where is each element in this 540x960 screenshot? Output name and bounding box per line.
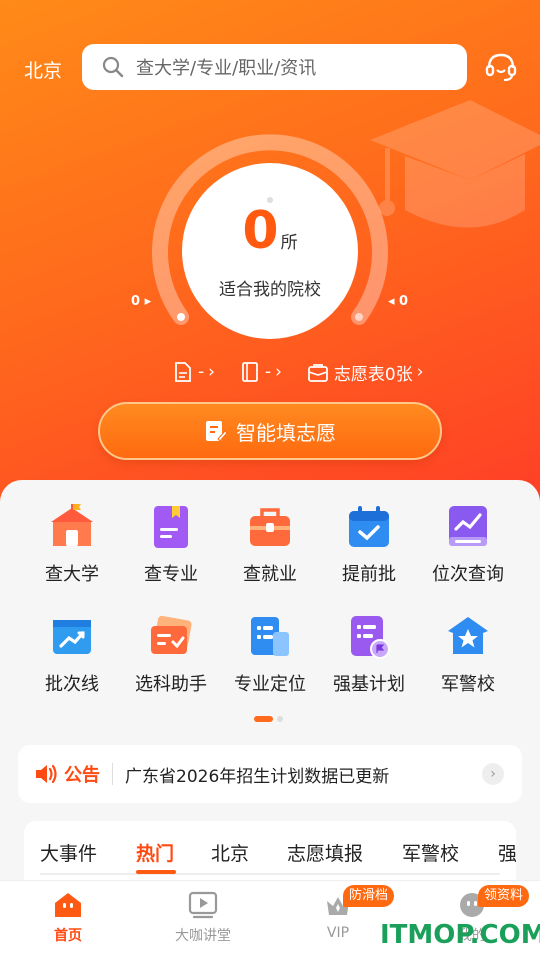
vip-badge: 防滑档: [343, 885, 395, 907]
notice-text: 广东省2026年招生计划数据已更新: [125, 766, 390, 787]
feature-early-batch[interactable]: 提前批: [319, 504, 419, 586]
watermark-text: ITMOP.COM: [380, 920, 540, 950]
customer-service-icon[interactable]: [484, 50, 518, 84]
feature-label: 查大学: [45, 564, 99, 585]
active-tab-indicator: [136, 870, 176, 874]
search-placeholder: 查大学/专业/职业/资讯: [136, 58, 317, 79]
tab-application[interactable]: 志愿填报: [287, 839, 363, 866]
application-form-count: 志愿表0张: [333, 364, 413, 385]
feature-label: 查就业: [243, 564, 297, 585]
feature-find-employment[interactable]: 查就业: [220, 504, 320, 586]
chevron-right-icon: ›: [208, 362, 215, 382]
feature-label: 提前批: [342, 564, 396, 585]
feature-military-police-school[interactable]: 军警校: [418, 614, 518, 696]
match-count-circle[interactable]: 0所 适合我的院校: [182, 163, 358, 339]
subject-stat[interactable]: - ›: [241, 362, 282, 382]
match-count: 0所: [182, 201, 358, 261]
nav-label: 大咖讲堂: [175, 928, 231, 944]
rank-chart-icon: [449, 506, 487, 546]
military-shield-icon: [448, 617, 488, 654]
video-play-icon: [188, 891, 218, 919]
feature-label: 军警校: [441, 674, 495, 695]
trend-line-icon: [53, 620, 91, 654]
subject-card-icon: [151, 615, 192, 654]
tab-big-events[interactable]: 大事件: [40, 839, 97, 866]
gauge-max-label: ◂ 0: [388, 294, 409, 309]
pager-dot-active: [254, 716, 273, 722]
edit-form-icon: [206, 421, 228, 442]
feature-major-positioning[interactable]: 专业定位: [220, 614, 320, 696]
position-doc-icon: [251, 617, 289, 656]
nav-label: VIP: [326, 925, 350, 941]
profile-badge: 领资料: [478, 885, 530, 907]
search-icon: [102, 56, 124, 78]
school-icon: [51, 504, 93, 546]
feature-batch-line[interactable]: 批次线: [22, 614, 122, 696]
chevron-right-icon: ›: [275, 362, 282, 382]
search-input[interactable]: 查大学/专业/职业/资讯: [82, 44, 467, 90]
feature-label: 位次查询: [432, 564, 504, 585]
feature-find-university[interactable]: 查大学: [22, 504, 122, 586]
feature-subject-assistant[interactable]: 选科助手: [121, 614, 221, 696]
book-icon: [242, 362, 258, 382]
calendar-check-icon: [349, 506, 389, 547]
nav-home[interactable]: 首页: [18, 891, 118, 945]
document-icon: [175, 362, 191, 382]
match-count-number: 0: [242, 201, 279, 261]
news-tabs: 大事件 热门 北京 志愿填报 军警校 强: [24, 821, 516, 880]
feature-label: 强基计划: [333, 674, 405, 695]
notice-tag: 公告: [64, 765, 100, 786]
chevron-right-icon: ›: [416, 362, 424, 382]
notice-bar[interactable]: 公告 广东省2026年招生计划数据已更新 ›: [18, 745, 522, 803]
match-count-unit: 所: [280, 233, 298, 253]
match-count-label: 适合我的院校: [219, 280, 321, 300]
tabs-divider: [40, 873, 500, 875]
tab-beijing[interactable]: 北京: [211, 839, 249, 866]
chevron-right-icon[interactable]: ›: [482, 763, 504, 785]
tab-hot[interactable]: 热门: [136, 839, 174, 866]
feature-label: 选科助手: [135, 674, 207, 695]
main-panel: 查大学 查专业 查就业 提前批 位次查询 批次线 选科助手 专业定位 强基计划 …: [0, 480, 540, 880]
nav-lecture[interactable]: 大咖讲堂: [153, 891, 253, 945]
home-icon: [55, 893, 81, 917]
plan-list-icon: [351, 616, 390, 659]
feature-find-major[interactable]: 查专业: [121, 504, 221, 586]
feature-label: 专业定位: [234, 674, 306, 695]
score-stat[interactable]: - ›: [174, 362, 215, 382]
gauge-min-label: 0 ▸: [131, 294, 152, 309]
feature-pager: [254, 716, 283, 722]
speaker-icon: [36, 764, 57, 784]
smart-fill-button[interactable]: 智能填志愿: [98, 402, 442, 460]
pager-dot: [277, 716, 283, 722]
top-bar: 北京 查大学/专业/职业/资讯: [0, 44, 540, 92]
score-value: -: [198, 362, 205, 382]
feature-label: 批次线: [45, 674, 99, 695]
nav-label: 首页: [54, 928, 82, 944]
city-selector[interactable]: 北京: [24, 56, 62, 83]
bag-icon: [308, 364, 328, 382]
major-book-icon: [154, 506, 188, 548]
tab-more[interactable]: 强: [498, 839, 516, 866]
feature-rank-query[interactable]: 位次查询: [418, 504, 518, 586]
tab-military-police[interactable]: 军警校: [402, 839, 459, 866]
notice-divider: [112, 763, 113, 785]
smart-fill-label: 智能填志愿: [236, 420, 336, 445]
subject-value: -: [264, 362, 272, 382]
feature-label: 查专业: [144, 564, 198, 585]
feature-strong-base-plan[interactable]: 强基计划: [319, 614, 419, 696]
stats-row: - › - › 志愿表0张 ›: [174, 359, 450, 385]
briefcase-icon: [250, 508, 290, 546]
application-form-stat[interactable]: 志愿表0张 ›: [308, 360, 424, 385]
